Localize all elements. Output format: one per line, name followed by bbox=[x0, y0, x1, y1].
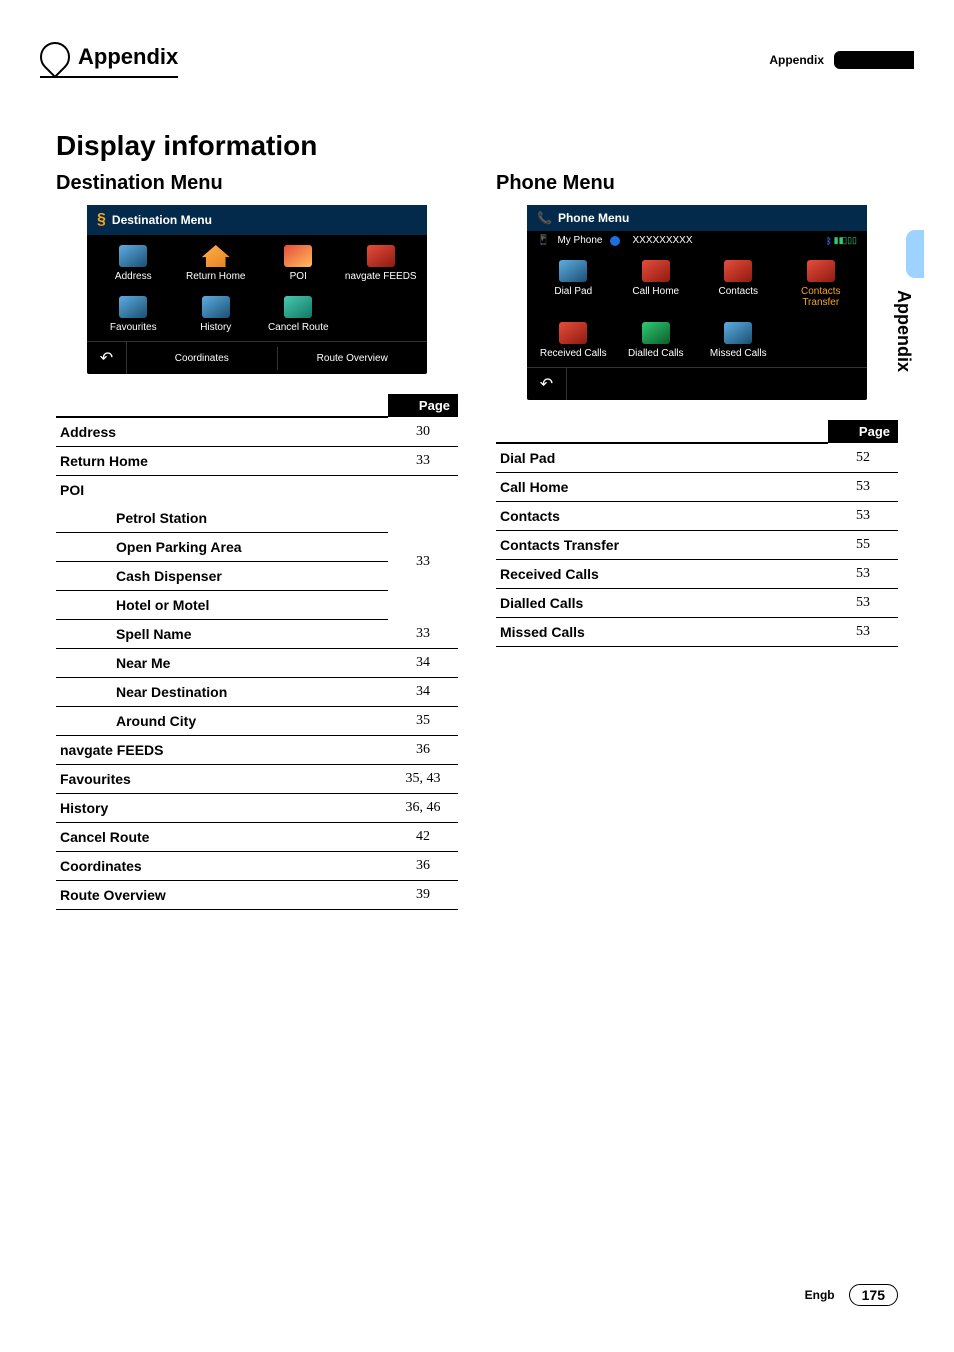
table-row: Near Destination34 bbox=[56, 678, 458, 707]
section-tab-label: Appendix bbox=[78, 44, 178, 70]
ss-title-phone: Phone Menu bbox=[558, 211, 629, 225]
table-row: Around City35 bbox=[56, 707, 458, 736]
ss-icon-dialled: Dialled Calls bbox=[616, 316, 697, 365]
page-number: 175 bbox=[849, 1284, 898, 1306]
table-row: Call Home53 bbox=[496, 473, 898, 502]
side-thumb-indicator bbox=[906, 230, 924, 278]
ss-device: XXXXXXXXX bbox=[632, 235, 692, 246]
table-row: Petrol Station33 bbox=[56, 504, 458, 533]
ss-icon-navgate: navgate FEEDS bbox=[341, 239, 422, 288]
chapter-indicator bbox=[834, 51, 914, 69]
ss-back-icon: ↶ bbox=[527, 368, 567, 400]
table-row: Route Overview39 bbox=[56, 881, 458, 910]
table-row: Contacts53 bbox=[496, 502, 898, 531]
ss-icon-missed: Missed Calls bbox=[698, 316, 779, 365]
ss-icon-return-home: Return Home bbox=[176, 239, 257, 288]
destination-index-table: Page Address30 Return Home33 POI Petrol … bbox=[56, 394, 458, 910]
phone-menu-screenshot: 📞Phone Menu 📱My Phone XXXXXXXXX ᛒ▮◧▯▯ Di… bbox=[527, 205, 867, 400]
ss-route-overview: Route Overview bbox=[277, 347, 428, 370]
destination-menu-screenshot: §Destination Menu Address Return Home PO… bbox=[87, 205, 427, 374]
phone-index-table: Page Dial Pad52 Call Home53 Contacts53 C… bbox=[496, 420, 898, 647]
table-row: Dialled Calls53 bbox=[496, 589, 898, 618]
page-header: Page bbox=[828, 420, 898, 443]
page-footer: Engb 175 bbox=[805, 1284, 898, 1306]
table-row: navgate FEEDS36 bbox=[56, 736, 458, 765]
table-row: Cancel Route42 bbox=[56, 823, 458, 852]
section-tab: Appendix bbox=[40, 42, 178, 78]
side-tab-label: Appendix bbox=[893, 290, 914, 372]
table-row: Favourites35, 43 bbox=[56, 765, 458, 794]
ss-icon-history: History bbox=[176, 290, 257, 339]
table-row: Address30 bbox=[56, 417, 458, 447]
table-row: Received Calls53 bbox=[496, 560, 898, 589]
ss-signal: ▮◧▯▯ bbox=[834, 235, 857, 246]
ss-icon-contacts: Contacts bbox=[698, 254, 779, 314]
left-subtitle: Destination Menu bbox=[56, 172, 458, 195]
ss-icon-dialpad: Dial Pad bbox=[533, 254, 614, 314]
ss-icon-contacts-transfer: Contacts Transfer bbox=[781, 254, 862, 314]
table-row: Contacts Transfer55 bbox=[496, 531, 898, 560]
table-row: Missed Calls53 bbox=[496, 618, 898, 647]
table-row: Return Home33 bbox=[56, 447, 458, 476]
table-row: Coordinates36 bbox=[56, 852, 458, 881]
ss-myphone: My Phone bbox=[557, 235, 602, 246]
page-header: Page bbox=[388, 394, 458, 417]
ss-icon-cancel-route: Cancel Route bbox=[258, 290, 339, 339]
table-row: POI bbox=[56, 476, 458, 505]
ss-icon-received: Received Calls bbox=[533, 316, 614, 365]
table-row: Near Me34 bbox=[56, 649, 458, 678]
breadcrumb: Appendix bbox=[769, 53, 824, 67]
table-row: History36, 46 bbox=[56, 794, 458, 823]
ss-title: Destination Menu bbox=[112, 213, 212, 227]
right-subtitle: Phone Menu bbox=[496, 172, 898, 195]
ss-back-icon: ↶ bbox=[87, 342, 127, 374]
page-title: Display information bbox=[56, 130, 898, 162]
ss-icon-favourites: Favourites bbox=[93, 290, 174, 339]
ss-icon-address: Address bbox=[93, 239, 174, 288]
table-row: Spell Name33 bbox=[56, 620, 458, 649]
table-row: Dial Pad52 bbox=[496, 443, 898, 473]
ss-icon-callhome: Call Home bbox=[616, 254, 697, 314]
ss-icon-poi: POI bbox=[258, 239, 339, 288]
ss-coordinates: Coordinates bbox=[127, 347, 277, 370]
lang-code: Engb bbox=[805, 1288, 835, 1302]
